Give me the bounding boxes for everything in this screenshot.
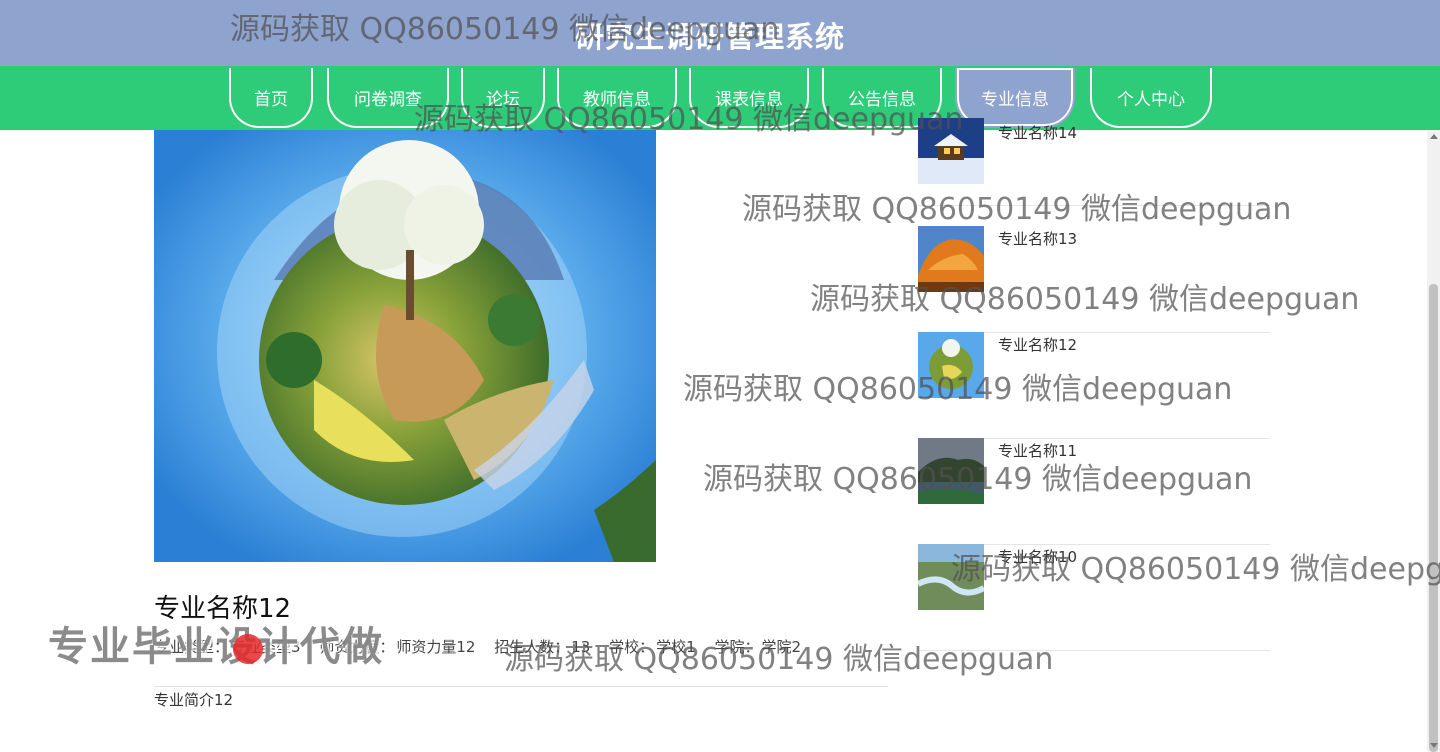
related-item[interactable]: 专业名称14	[918, 118, 1270, 206]
related-thumb[interactable]	[918, 438, 984, 504]
related-item[interactable]: 专业名称11	[918, 438, 1270, 545]
nav-item-teachers[interactable]: 教师信息	[557, 68, 677, 128]
detail-divider	[154, 686, 888, 687]
page-scrollbar[interactable]	[1427, 130, 1440, 752]
scroll-up-arrow-icon[interactable]	[1430, 134, 1438, 139]
lake-hills-image	[918, 438, 984, 504]
faculty-value: 师资力量12	[396, 638, 476, 656]
related-thumb[interactable]	[918, 544, 984, 610]
nav-item-forum[interactable]: 论坛	[461, 68, 545, 128]
related-name[interactable]: 专业名称12	[998, 334, 1077, 355]
related-thumb[interactable]	[918, 226, 984, 292]
related-name[interactable]: 专业名称13	[998, 228, 1077, 249]
school-value: 学校1	[656, 638, 696, 656]
major-intro: 专业简介12	[154, 691, 234, 709]
related-item[interactable]: 专业名称10	[918, 544, 1270, 651]
related-name[interactable]: 专业名称11	[998, 440, 1077, 461]
site-title: 研究生调研管理系统	[574, 20, 845, 54]
nav-item-home[interactable]: 首页	[229, 68, 313, 128]
related-name[interactable]: 专业名称10	[998, 546, 1077, 567]
nav-item-timetable[interactable]: 课表信息	[689, 68, 809, 128]
enroll-label: 招生人数：	[494, 638, 570, 656]
college-value: 学院2	[761, 638, 802, 656]
related-name[interactable]: 专业名称14	[998, 122, 1077, 143]
school-label: 学校：	[609, 638, 655, 656]
tiny-planet-image	[154, 130, 656, 562]
tiny-planet-image	[918, 332, 984, 398]
top-header: 研究生调研管理系统	[0, 0, 1440, 66]
record-dot-icon	[233, 634, 263, 664]
promo-badge: 专业毕业设计代做	[48, 624, 384, 670]
snow-cabin-image	[918, 118, 984, 184]
related-item[interactable]: 专业名称13	[918, 226, 1270, 333]
college-label: 学院：	[714, 638, 760, 656]
related-thumb[interactable]	[918, 118, 984, 184]
major-main-image	[154, 130, 656, 562]
nav-item-survey[interactable]: 问卷调查	[327, 68, 449, 128]
river-valley-image	[918, 544, 984, 610]
related-thumb[interactable]	[918, 332, 984, 398]
enroll-value: 13	[571, 638, 591, 656]
scroll-down-arrow-icon[interactable]	[1430, 743, 1438, 748]
orange-rock-image	[918, 226, 984, 292]
scroll-thumb[interactable]	[1429, 284, 1438, 752]
related-item[interactable]: 专业名称12	[918, 332, 1270, 439]
